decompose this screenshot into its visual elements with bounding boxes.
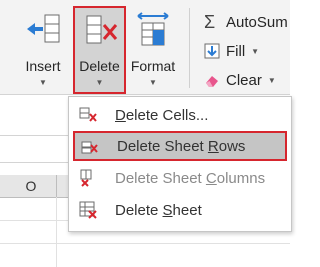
delete-dropdown-menu: Delete Cells... Delete Sheet Rows Delete… [68, 96, 292, 232]
clear-button[interactable]: Clear ▼ [204, 69, 276, 91]
row-gridline [0, 243, 290, 244]
format-caret-icon: ▼ [149, 78, 157, 87]
menu-item-label: Delete Sheet Columns [115, 169, 266, 187]
fill-down-icon [204, 43, 220, 59]
column-header-o[interactable]: O [6, 175, 57, 197]
menu-item-label: Delete Sheet Rows [117, 137, 246, 155]
delete-label: Delete [79, 58, 120, 74]
menu-item-label: Delete Cells... [115, 106, 209, 124]
insert-label: Insert [25, 58, 61, 74]
format-button[interactable]: Format ▼ [128, 0, 178, 94]
autosum-label: AutoSum [226, 13, 288, 31]
menu-item-delete-sheet-columns[interactable]: Delete Sheet Columns [69, 163, 291, 193]
menu-item-delete-cells[interactable]: Delete Cells... [69, 100, 291, 130]
fill-label: Fill [226, 42, 246, 60]
autosum-button[interactable]: Σ AutoSum [204, 11, 288, 33]
delete-button[interactable]: Delete ▼ [73, 6, 126, 94]
ribbon-separator [189, 8, 190, 88]
format-cells-icon [137, 12, 169, 46]
menu-item-delete-sheet[interactable]: Delete Sheet [69, 195, 291, 225]
delete-cells-icon [79, 107, 97, 122]
column-gridline [56, 197, 57, 267]
menu-item-delete-sheet-rows[interactable]: Delete Sheet Rows [73, 131, 287, 161]
delete-caret-icon: ▼ [95, 78, 104, 87]
menu-item-label: Delete Sheet [115, 201, 202, 219]
sigma-icon: Σ [204, 12, 216, 32]
delete-cells-icon [86, 15, 118, 44]
insert-button[interactable]: Insert ▼ [18, 0, 68, 94]
delete-rows-icon [81, 141, 98, 154]
delete-columns-icon [80, 169, 92, 187]
clear-label: Clear [226, 71, 262, 89]
ribbon-cells-editing: Insert ▼ Delete ▼ Format ▼ Σ AutoSum Fil… [0, 0, 290, 95]
fill-caret-icon: ▼ [251, 46, 260, 56]
delete-sheet-icon [79, 201, 97, 219]
eraser-icon [206, 76, 218, 87]
fill-button[interactable]: Fill ▼ [204, 40, 259, 62]
insert-caret-icon: ▼ [39, 78, 47, 87]
format-label: Format [130, 58, 176, 74]
insert-cells-icon [27, 14, 60, 43]
clear-caret-icon: ▼ [267, 75, 276, 85]
